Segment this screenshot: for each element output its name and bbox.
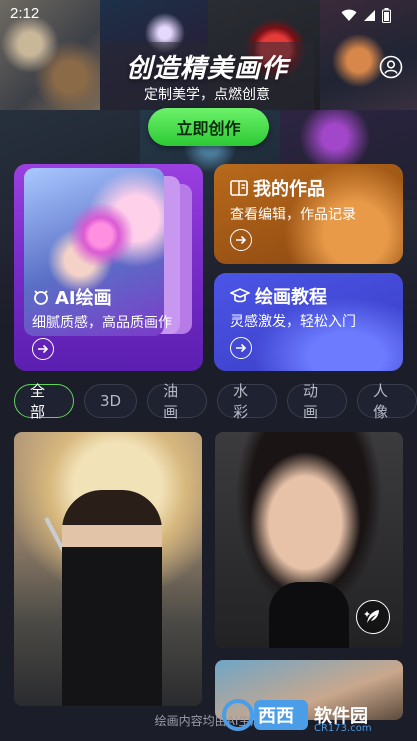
arrow-right-icon[interactable] (230, 229, 252, 251)
ai-portrait-artwork (24, 168, 164, 336)
status-time: 2:12 (10, 5, 40, 22)
tutorial-card[interactable]: 绘画教程 灵感激发，轻松入门 (214, 273, 403, 371)
signal-icon (364, 10, 375, 21)
category-tabs: 全部 3D 油画 水彩 动画 人像 (14, 382, 417, 421)
tab-all[interactable]: 全部 (14, 382, 74, 421)
user-icon[interactable] (379, 55, 403, 79)
hero-subtitle: 定制美学，点燃创意 (144, 87, 270, 103)
graduation-cap-icon (230, 288, 250, 303)
tutorial-card-desc: 灵感激发，轻松入门 (230, 314, 356, 330)
works-card-title-row: 我的作品 (230, 175, 325, 201)
tutorial-card-title: 绘画教程 (255, 287, 327, 308)
tutorial-card-title-row: 绘画教程 (230, 283, 327, 309)
battery-icon (382, 8, 391, 23)
wifi-icon (341, 9, 357, 21)
ai-card-desc: 细腻质感，高品质画作 (32, 315, 172, 331)
ai-painting-card[interactable]: AI绘画 细腻质感，高品质画作 (14, 164, 203, 371)
tab-watercolor[interactable]: 水彩 (217, 382, 278, 421)
site-watermark-logo: 西西 软件园 CR173.com (222, 699, 372, 734)
artwork-detail (269, 582, 349, 648)
tab-animation[interactable]: 动画 (287, 382, 348, 421)
artwork-detail (62, 490, 162, 706)
svg-text:CR173.com: CR173.com (314, 723, 372, 734)
book-icon (230, 180, 248, 196)
works-card-title: 我的作品 (253, 179, 325, 200)
arrow-right-icon[interactable] (230, 337, 252, 359)
gallery-icon (34, 290, 48, 305)
ai-card-title: AI绘画 (55, 288, 112, 309)
gallery-image-warrior[interactable] (14, 432, 202, 706)
works-card-desc: 查看编辑，作品记录 (230, 207, 356, 223)
create-now-button[interactable]: 立即创作 (148, 108, 269, 146)
hero-title-panel: 创造精美画作 定制美学，点燃创意 (100, 42, 314, 110)
tab-3d[interactable]: 3D (83, 384, 138, 418)
status-bar: 2:12 (0, 0, 417, 28)
tab-portrait[interactable]: 人像 (357, 382, 417, 421)
arrow-right-icon[interactable] (32, 338, 54, 360)
ai-card-title-row: AI绘画 (32, 284, 112, 310)
hero-title: 创造精美画作 (125, 54, 288, 84)
system-icons (341, 8, 391, 23)
my-works-card[interactable]: 我的作品 查看编辑，作品记录 (214, 164, 403, 264)
quill-icon[interactable] (356, 600, 390, 634)
tab-oil-painting[interactable]: 油画 (147, 382, 208, 421)
